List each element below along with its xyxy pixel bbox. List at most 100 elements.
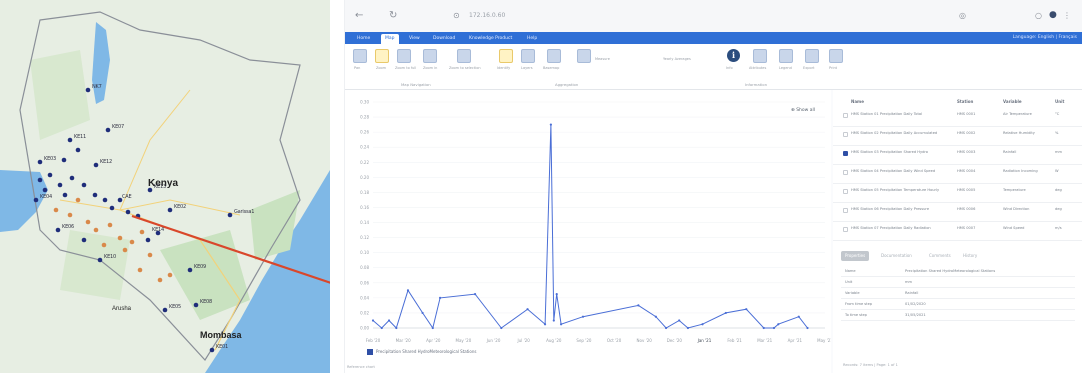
rainfall-data-point bbox=[806, 326, 809, 330]
zoom-button[interactable] bbox=[375, 49, 389, 63]
rainfall-data-point bbox=[654, 315, 657, 318]
city-label-arusha: Arusha bbox=[112, 306, 132, 312]
time-aggregation-select[interactable]: Yearly Averages bbox=[663, 57, 691, 61]
rainfall-data-point bbox=[559, 323, 563, 326]
attributes-button[interactable] bbox=[753, 49, 767, 63]
tab-map[interactable]: Map bbox=[381, 34, 399, 44]
rainfall-data-point bbox=[549, 123, 552, 126]
property-key: Variable bbox=[845, 291, 860, 295]
export-button[interactable] bbox=[805, 49, 819, 63]
series-checkbox[interactable] bbox=[843, 208, 848, 213]
x-tick-label: Mar '20 bbox=[396, 338, 411, 343]
property-key: Name bbox=[845, 269, 856, 273]
station-label: KE03 bbox=[44, 156, 57, 162]
series-checkbox[interactable] bbox=[843, 189, 848, 194]
header-station[interactable]: Station bbox=[957, 99, 973, 104]
rainfall-data-point bbox=[777, 323, 780, 326]
station-label: KE04 bbox=[40, 194, 53, 200]
property-value: 01/02/2020 bbox=[905, 302, 926, 306]
property-value: Rainfall bbox=[905, 291, 919, 295]
tab-comments[interactable]: Comments bbox=[925, 251, 955, 261]
tab-help[interactable]: Help bbox=[523, 34, 541, 44]
layers-button[interactable] bbox=[521, 49, 535, 63]
info-icon[interactable]: i bbox=[727, 49, 740, 62]
zoom-in-button[interactable] bbox=[423, 49, 437, 63]
legend-button[interactable] bbox=[779, 49, 793, 63]
series-station-cell: HMS 0005 bbox=[957, 188, 976, 192]
series-unit-cell: mm bbox=[1055, 150, 1063, 154]
tab-documentation[interactable]: Documentation bbox=[877, 251, 916, 261]
user-avatar-icon[interactable]: ● bbox=[1049, 10, 1057, 20]
address-bar[interactable]: 172.16.0.60 bbox=[469, 12, 505, 19]
show-all-button[interactable]: ⊕ Show all bbox=[791, 108, 815, 113]
series-row[interactable]: HMS Station 02 Precipitation Daily Accum… bbox=[833, 127, 1082, 146]
extension-icon[interactable]: ◎ bbox=[959, 11, 966, 20]
header-variable[interactable]: Variable bbox=[1003, 99, 1022, 104]
x-tick-label: Jun '20 bbox=[486, 338, 501, 343]
tab-home[interactable]: Home bbox=[353, 34, 374, 44]
measure-label: Measure bbox=[595, 57, 610, 61]
kenya-station-map[interactable]: Kenya Mombasa Arusha NK7 KE07 KE11 KE12 … bbox=[0, 0, 330, 373]
y-tick-label: 0.18 bbox=[360, 190, 369, 195]
menu-icon[interactable]: ⋮ bbox=[1063, 11, 1071, 20]
series-variable-cell: Wind Direction bbox=[1003, 207, 1030, 211]
series-checkbox[interactable] bbox=[843, 113, 848, 118]
station-label: KE10 bbox=[104, 254, 117, 260]
series-side-panel: Name Station Variable Unit HMS Station 0… bbox=[833, 90, 1082, 373]
tab-history[interactable]: History bbox=[959, 251, 981, 261]
x-tick-label: Sep '20 bbox=[576, 338, 591, 343]
basemap-button[interactable] bbox=[547, 49, 561, 63]
measure-button[interactable] bbox=[577, 49, 591, 63]
x-tick-label: May '21 bbox=[817, 338, 831, 343]
group-aggregation: Aggregation bbox=[555, 82, 579, 87]
series-row[interactable]: HMS Station 04 Precipitation Daily Wind … bbox=[833, 165, 1082, 184]
tab-knowledge-product[interactable]: Knowledge Product bbox=[465, 34, 516, 44]
series-checkbox[interactable] bbox=[843, 151, 848, 156]
zoom-full-button[interactable] bbox=[397, 49, 411, 63]
pan-label: Pan bbox=[354, 66, 361, 70]
series-unit-cell: °C bbox=[1055, 112, 1060, 116]
profile-icon[interactable]: ○ bbox=[1035, 11, 1042, 20]
series-checkbox[interactable] bbox=[843, 227, 848, 232]
rainfall-data-point bbox=[797, 315, 800, 318]
x-tick-label: Apr '20 bbox=[426, 338, 441, 343]
identify-label: Identify bbox=[497, 66, 511, 70]
series-row[interactable]: HMS Station 07 Precipitation Daily Radia… bbox=[833, 222, 1082, 241]
tab-properties[interactable]: Properties bbox=[841, 251, 870, 261]
print-button[interactable] bbox=[829, 49, 843, 63]
identify-button[interactable] bbox=[499, 49, 513, 63]
web-application-window: ← ↻ ⊙ 172.16.0.60 ◎ ○ ● ⋮ Home Map View … bbox=[344, 0, 1082, 373]
header-name[interactable]: Name bbox=[851, 99, 864, 104]
series-station-cell: HMS 0002 bbox=[957, 131, 976, 135]
series-checkbox[interactable] bbox=[843, 132, 848, 137]
series-name-cell: HMS Station 01 Precipitation Daily Total bbox=[851, 112, 923, 116]
station-label: CAE bbox=[122, 194, 132, 200]
back-arrow-icon[interactable]: ← bbox=[355, 10, 363, 21]
tab-view[interactable]: View bbox=[405, 34, 424, 44]
zoom-selection-button[interactable] bbox=[457, 49, 471, 63]
series-checkbox[interactable] bbox=[843, 170, 848, 175]
series-name-cell: HMS Station 03 Precipitation Shared Hydr… bbox=[851, 150, 928, 154]
x-tick-label: Mar '21 bbox=[757, 338, 772, 343]
rainfall-data-point bbox=[421, 311, 424, 315]
pan-button[interactable] bbox=[353, 49, 367, 63]
tab-download[interactable]: Download bbox=[429, 34, 459, 44]
show-all-label: Show all bbox=[796, 108, 816, 113]
y-tick-label: 0.24 bbox=[360, 145, 369, 150]
series-row[interactable]: HMS Station 03 Precipitation Shared Hydr… bbox=[833, 146, 1082, 165]
layers-label: Layers bbox=[521, 66, 533, 70]
export-label: Export bbox=[803, 66, 815, 70]
app-menu-tabs: Home Map View Download Knowledge Product… bbox=[345, 32, 1082, 44]
reload-icon[interactable]: ↻ bbox=[389, 10, 397, 21]
series-row[interactable]: HMS Station 01 Precipitation Daily Total… bbox=[833, 108, 1082, 127]
language-switcher[interactable]: Language: English | Français bbox=[1013, 35, 1077, 40]
time-series-chart[interactable]: 0.00 0.02 0.04 0.06 0.08 0.10 0.12 0.14 0.16 0.18… bbox=[345, 90, 831, 373]
chart-legend[interactable]: Precipitation Shared HydroMeteorological… bbox=[367, 349, 476, 355]
series-row[interactable]: HMS Station 05 Precipitation Temperature… bbox=[833, 184, 1082, 203]
rainfall-data-point bbox=[387, 319, 391, 322]
legend-label: Legend bbox=[779, 66, 792, 70]
header-unit[interactable]: Unit bbox=[1055, 99, 1064, 104]
series-station-cell: HMS 0006 bbox=[957, 207, 976, 211]
series-row[interactable]: HMS Station 06 Precipitation Daily Press… bbox=[833, 203, 1082, 222]
y-tick-label: 0.14 bbox=[360, 220, 369, 225]
